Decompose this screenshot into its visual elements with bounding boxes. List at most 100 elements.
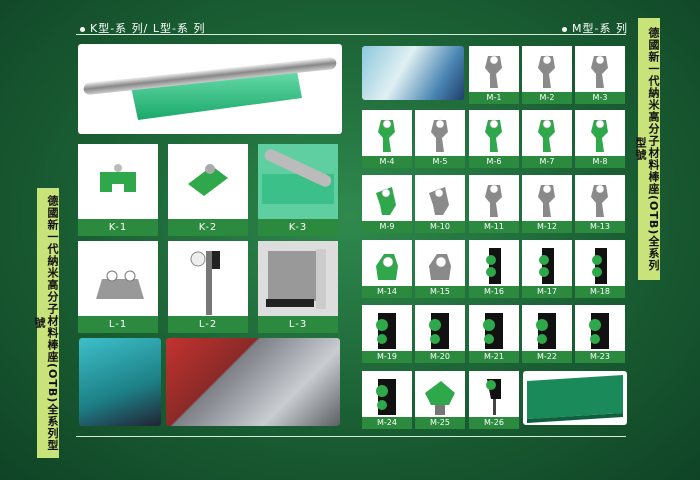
part-profile-icon: [483, 313, 503, 349]
part-profile-icon: [376, 379, 396, 415]
m-part-card[interactable]: M-17: [522, 240, 572, 298]
m-part-label: M-12: [522, 221, 572, 233]
factory-photo-2: [166, 338, 340, 426]
m-part-label: M-14: [362, 286, 412, 298]
l-card[interactable]: L-1: [78, 241, 158, 333]
m-series-photo: [362, 46, 464, 100]
m-part-label: M-1: [469, 92, 519, 104]
m-part-card[interactable]: M-2: [522, 46, 572, 104]
m-part-label: M-18: [575, 286, 625, 298]
m-part-card[interactable]: M-6: [469, 110, 519, 168]
m-part-card[interactable]: M-3: [575, 46, 625, 104]
part-profile-icon: [538, 119, 555, 152]
catalog-page: K型-系 列/ L型-系 列 M型-系 列 德國新一代納米高分子材料棒座(OTB…: [0, 0, 700, 480]
part-profile-icon: [429, 313, 449, 349]
m-part-card[interactable]: M-24: [362, 371, 412, 429]
part-profile-icon: [378, 119, 395, 152]
part-profile-icon: [589, 313, 609, 349]
part-profile-icon: [425, 381, 455, 415]
m-part-label: M-24: [362, 417, 412, 429]
part-profile-icon: [538, 184, 555, 217]
m-part-card[interactable]: M-1: [469, 46, 519, 104]
k-label: K-2: [168, 219, 248, 236]
k-card[interactable]: K-1: [78, 144, 158, 236]
bullet-dot: [562, 26, 567, 32]
part-profile-icon: [591, 55, 608, 88]
rod-holder-illustration: [83, 57, 337, 120]
m-part-label: M-9: [362, 221, 412, 233]
part-profile-icon: [429, 187, 449, 215]
m-part-card[interactable]: M-26: [469, 371, 519, 429]
part-profile-icon: [592, 248, 607, 284]
belt-illustration: [527, 375, 623, 423]
m-part-label: M-25: [415, 417, 465, 429]
part-profile-icon: [536, 313, 556, 349]
k2-profile-icon: [188, 164, 228, 196]
bottom-rule: [76, 436, 626, 437]
m-part-label: M-21: [469, 351, 519, 363]
k3-photo-icon: [262, 149, 334, 204]
m-part-label: M-16: [469, 286, 519, 298]
m-part-card[interactable]: M-16: [469, 240, 519, 298]
m-part-card[interactable]: M-18: [575, 240, 625, 298]
part-profile-icon: [485, 119, 502, 152]
m-part-card[interactable]: M-11: [469, 175, 519, 233]
m-part-card[interactable]: M-4: [362, 110, 412, 168]
m-part-label: M-3: [575, 92, 625, 104]
m-part-label: M-4: [362, 156, 412, 168]
m-part-label: M-19: [362, 351, 412, 363]
part-profile-icon: [591, 119, 608, 152]
part-profile-icon: [376, 313, 396, 349]
m-part-card[interactable]: M-21: [469, 305, 519, 363]
l-card[interactable]: L-3: [258, 241, 338, 333]
left-side-banner: 德國新一代納米高分子材料棒座(OTB)全系列型號: [33, 188, 59, 458]
m-part-card[interactable]: M-23: [575, 305, 625, 363]
m-product-photo: [523, 371, 627, 425]
part-profile-icon: [485, 184, 502, 217]
l-label: L-2: [168, 316, 248, 333]
m-part-card[interactable]: M-20: [415, 305, 465, 363]
l2-profile-icon: [190, 251, 220, 315]
m-part-label: M-22: [522, 351, 572, 363]
m-part-label: M-20: [415, 351, 465, 363]
m-part-label: M-13: [575, 221, 625, 233]
m-part-card[interactable]: M-5: [415, 110, 465, 168]
part-profile-icon: [538, 55, 555, 88]
l1-profile-icon: [96, 270, 144, 299]
m-part-label: M-26: [469, 417, 519, 429]
part-profile-icon: [376, 254, 398, 280]
m-part-card[interactable]: M-15: [415, 240, 465, 298]
part-profile-icon: [539, 248, 554, 284]
hero-product-photo: [78, 44, 342, 134]
k-card[interactable]: K-3: [258, 144, 338, 236]
m-part-card[interactable]: M-9: [362, 175, 412, 233]
part-profile-icon: [376, 187, 396, 215]
m-part-card[interactable]: M-22: [522, 305, 572, 363]
m-part-label: M-23: [575, 351, 625, 363]
m-part-label: M-11: [469, 221, 519, 233]
part-profile-icon: [429, 254, 451, 280]
m-part-label: M-10: [415, 221, 465, 233]
l-card[interactable]: L-2: [168, 241, 248, 333]
m-part-label: M-7: [522, 156, 572, 168]
m-part-card[interactable]: M-25: [415, 371, 465, 429]
m-part-card[interactable]: M-8: [575, 110, 625, 168]
factory-photo-1: [79, 338, 161, 426]
l3-photo-icon: [266, 249, 326, 309]
m-part-card[interactable]: M-14: [362, 240, 412, 298]
m-part-card[interactable]: M-7: [522, 110, 572, 168]
k-label: K-3: [258, 219, 338, 236]
m-part-label: M-6: [469, 156, 519, 168]
k-label: K-1: [78, 219, 158, 236]
part-profile-icon: [486, 379, 501, 415]
k-card[interactable]: K-2: [168, 144, 248, 236]
l-label: L-1: [78, 316, 158, 333]
part-profile-icon: [485, 55, 502, 88]
m-part-card[interactable]: M-10: [415, 175, 465, 233]
m-part-card[interactable]: M-12: [522, 175, 572, 233]
m-part-label: M-8: [575, 156, 625, 168]
m-part-label: M-17: [522, 286, 572, 298]
m-part-card[interactable]: M-13: [575, 175, 625, 233]
m-part-label: M-2: [522, 92, 572, 104]
m-part-card[interactable]: M-19: [362, 305, 412, 363]
